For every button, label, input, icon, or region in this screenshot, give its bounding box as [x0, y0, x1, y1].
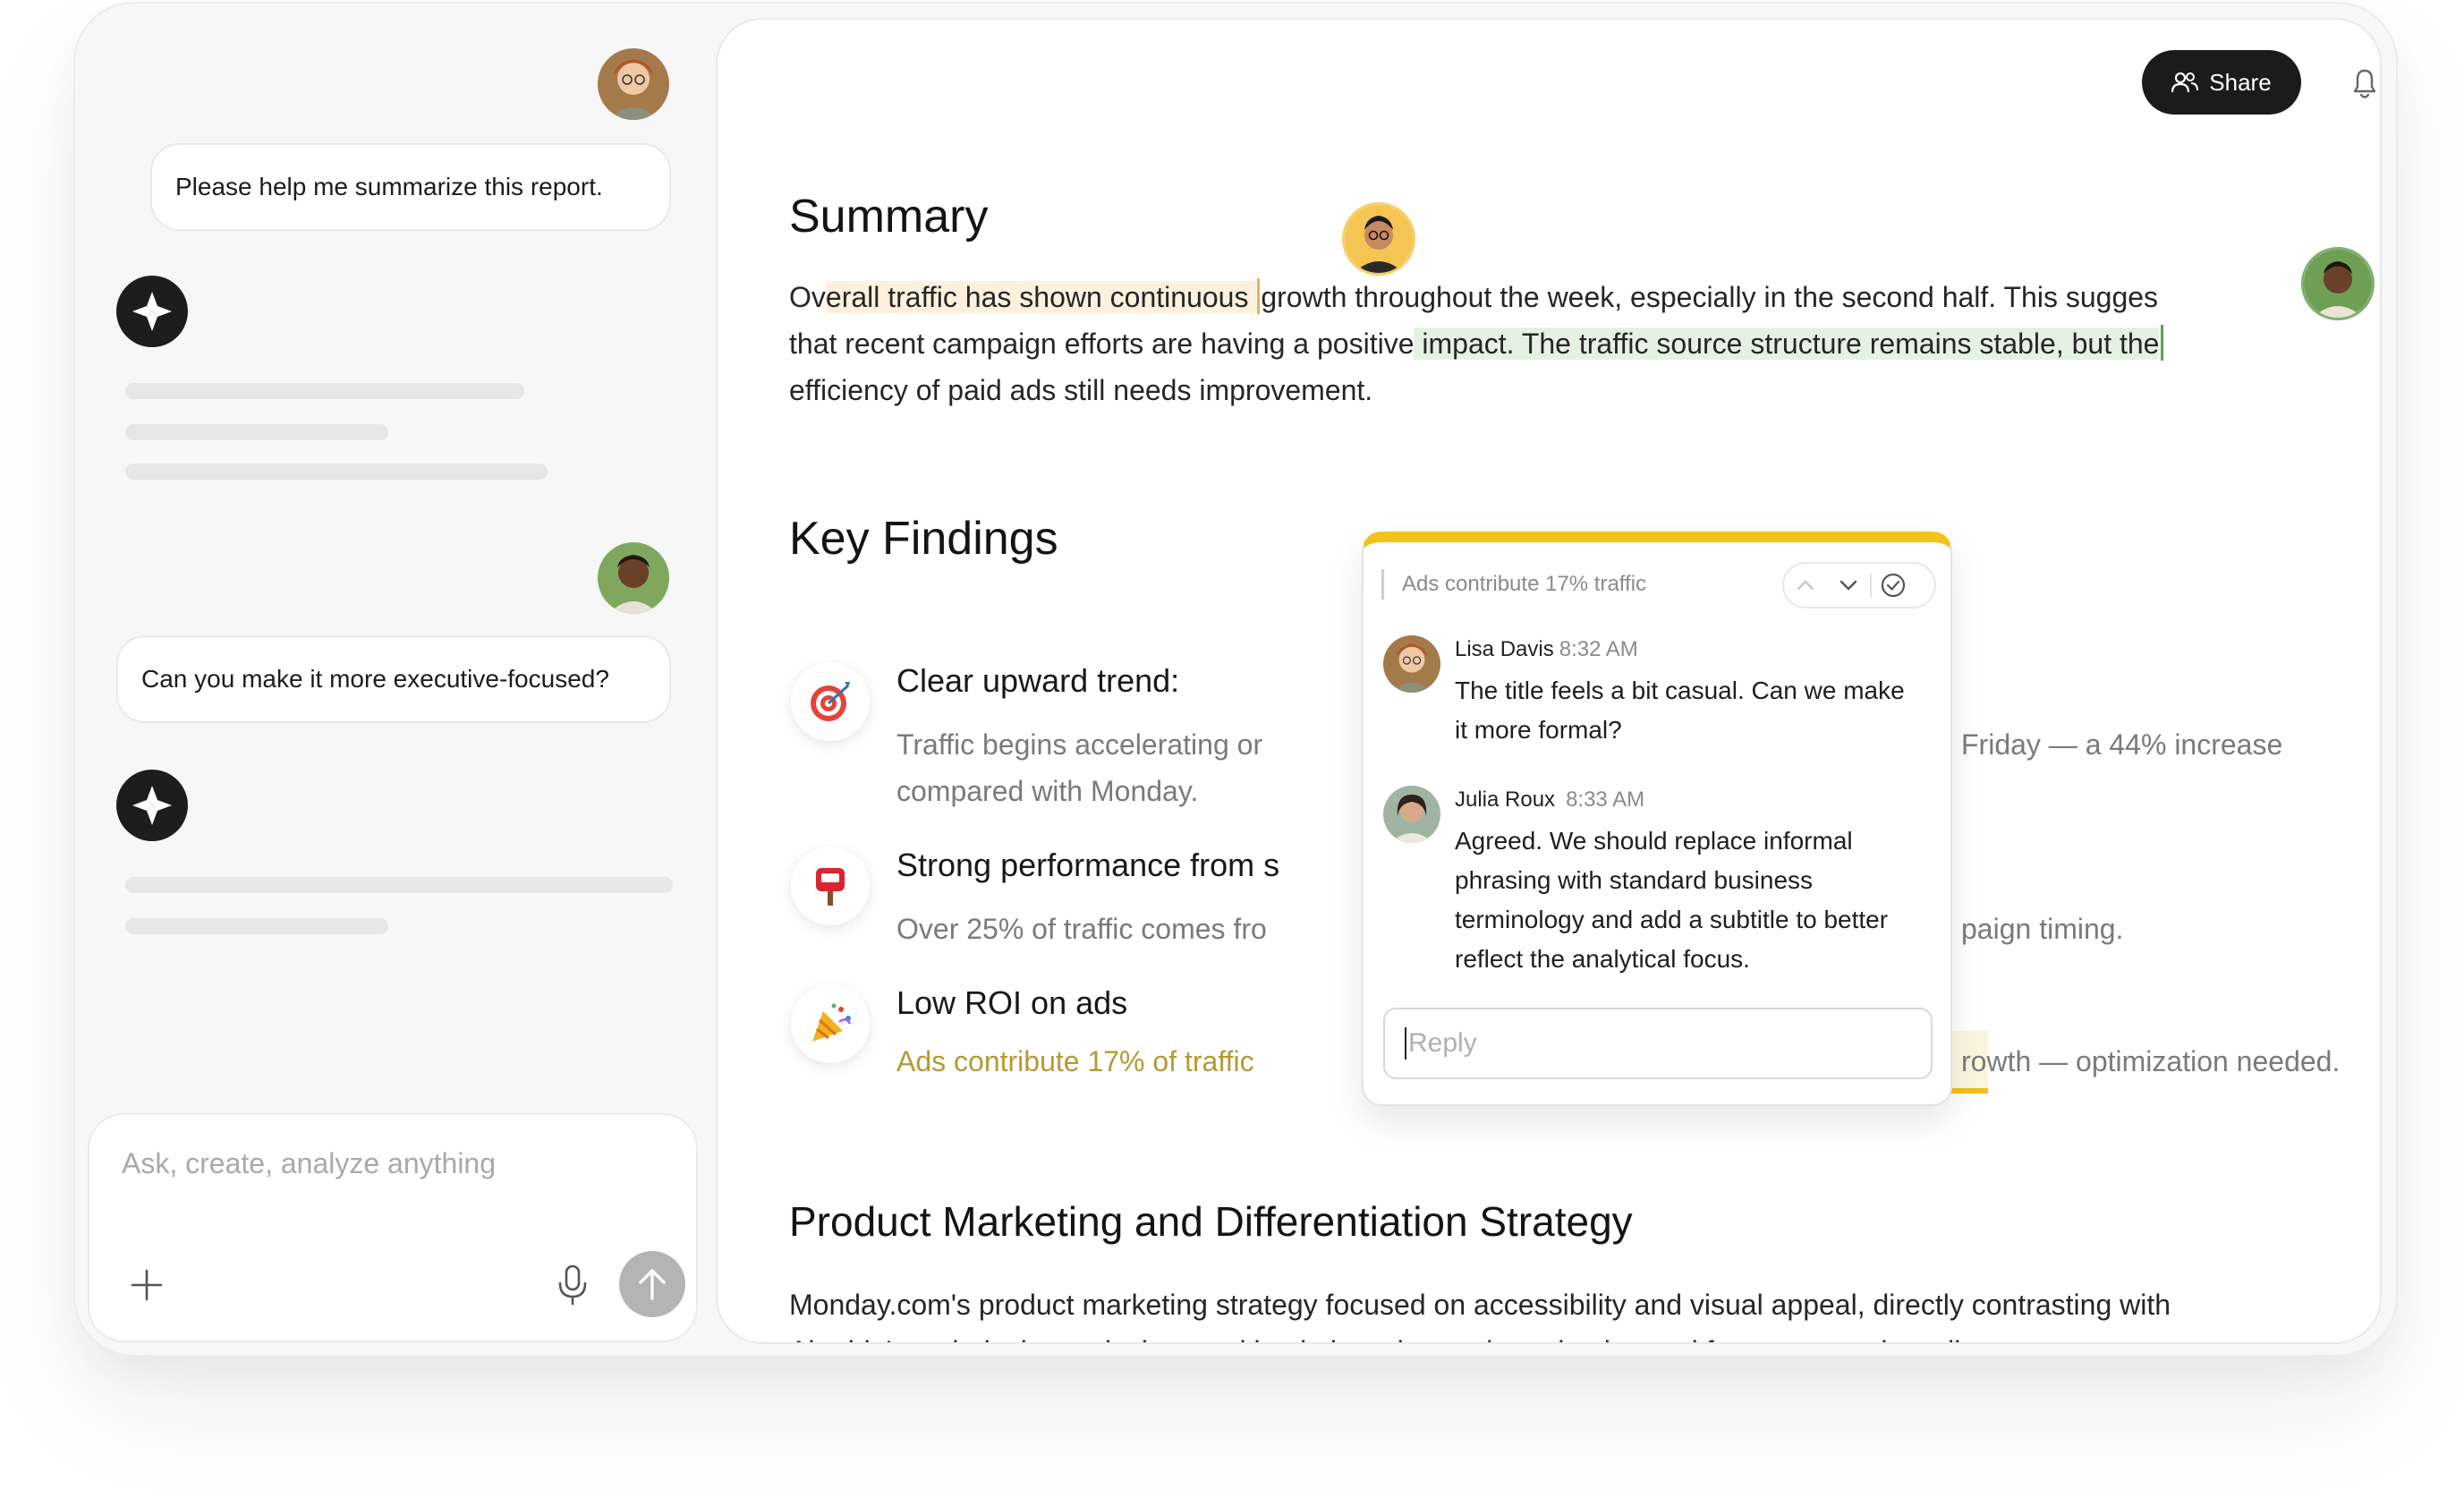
finding-text-2-right: paign timing.	[1961, 913, 2124, 945]
text-caret	[1405, 1027, 1406, 1060]
loading-skeleton-line	[125, 383, 524, 399]
bell-icon[interactable]	[2349, 66, 2380, 100]
assistant-logo-icon	[116, 276, 188, 347]
summary-text: efficiency of paid ads still needs impro…	[789, 374, 1373, 406]
share-button[interactable]: Share	[2142, 50, 2301, 115]
user-avatar-man	[598, 542, 669, 614]
comment-time: 8:33 AM	[1566, 787, 1645, 812]
chat-composer[interactable]: Ask, create, analyze anything	[88, 1113, 698, 1342]
commenter-avatar-julia	[1383, 786, 1440, 843]
summary-text: growth throughout the week, especially i…	[1261, 281, 2159, 313]
loading-skeleton-line	[125, 918, 388, 934]
comment-text: Agreed. We should replace informal phras…	[1455, 827, 1889, 973]
comment-text: The title feels a bit casual. Can we mak…	[1455, 677, 1905, 744]
finding-text-2: Over 25% of traffic comes fro	[896, 913, 1267, 945]
users-icon	[2171, 72, 2199, 93]
finding-text-3[interactable]: Ads contribute 17% of traffic	[896, 1038, 1254, 1085]
check-circle-icon	[1881, 573, 1906, 598]
loading-skeleton-line	[125, 464, 548, 480]
resolve-button[interactable]	[1872, 564, 1915, 607]
collaborator-avatar-glasses	[1342, 202, 1415, 276]
summary-heading: Summary	[789, 191, 989, 243]
author-name: Lisa Davis	[1455, 637, 1554, 661]
comment-author: Julia Roux 8:33 AM	[1455, 787, 1644, 813]
key-findings-heading: Key Findings	[789, 513, 1058, 565]
product-section-line2: Airtable's technical complexity, resulti…	[789, 1328, 2001, 1342]
summary-text: that recent campaign efforts are having …	[789, 328, 1415, 360]
highlight-green: impact. The traffic source structure rem…	[1414, 328, 2160, 360]
product-section-line1: Monday.com's product marketing strategy …	[789, 1289, 2171, 1321]
author-name: Julia Roux	[1455, 787, 1556, 812]
user-message-1: Please help me summarize this report.	[150, 143, 671, 231]
chevron-down-icon	[1840, 580, 1857, 591]
user-message-2: Can you make it more executive-focused?	[116, 635, 671, 723]
loading-skeleton-line	[125, 424, 388, 440]
thread-controls	[1782, 562, 1936, 609]
chevron-up-icon	[1797, 580, 1814, 591]
next-comment-button[interactable]	[1827, 564, 1870, 607]
finding-text-1-right: Friday — a 44% increase	[1961, 728, 2283, 761]
reply-input[interactable]: Reply	[1383, 1008, 1933, 1079]
mailbox-icon	[791, 847, 870, 925]
finding-text-1-line2: compared with Monday.	[896, 775, 1199, 807]
product-section-heading: Product Marketing and Differentiation St…	[789, 1198, 1633, 1245]
comment-author: Lisa Davis 8:32 AM	[1455, 637, 1638, 662]
reply-placeholder: Reply	[1408, 1028, 1477, 1058]
previous-comment-button[interactable]	[1784, 564, 1827, 607]
comment-quote: Ads contribute 17% traffic	[1381, 569, 1646, 600]
app-frame: Please help me summarize this report. Ca…	[73, 2, 2398, 1357]
arrow-up-icon	[639, 1269, 666, 1300]
finding-title-2: Strong performance from s	[896, 847, 1280, 883]
share-label: Share	[2209, 68, 2272, 96]
highlight-yellow: erall traffic has shown continuous	[825, 281, 1257, 313]
summary-paragraph[interactable]: Overall traffic has shown continuous gro…	[789, 274, 2328, 413]
composer-input[interactable]: Ask, create, analyze anything	[122, 1147, 496, 1180]
collab-cursor-yellow	[1257, 278, 1261, 314]
comment-thread-popover: Ads contribute 17% traffic Lisa Davis 8:3…	[1362, 532, 1952, 1106]
plus-icon[interactable]	[129, 1267, 165, 1303]
commenter-avatar-lisa	[1383, 635, 1440, 693]
finding-title-3: Low ROI on ads	[896, 984, 1128, 1021]
comment-time: 8:32 AM	[1559, 637, 1638, 661]
party-popper-icon	[791, 984, 870, 1063]
send-button[interactable]	[619, 1251, 685, 1317]
finding-text-1: Traffic begins accelerating or	[896, 728, 1263, 761]
chat-panel: Please help me summarize this report. Ca…	[75, 4, 710, 1355]
summary-text: Ov	[789, 281, 826, 313]
collab-cursor-green	[2161, 325, 2164, 361]
target-icon	[791, 662, 870, 741]
finding-title-1: Clear upward trend:	[896, 662, 1180, 699]
microphone-icon[interactable]	[555, 1264, 591, 1306]
collaborator-avatar-green	[2301, 247, 2375, 320]
finding-text-3-right: rowth — optimization needed.	[1961, 1045, 2341, 1077]
loading-skeleton-line	[125, 877, 673, 893]
user-avatar-lisa	[598, 48, 669, 120]
assistant-logo-icon	[116, 770, 188, 841]
